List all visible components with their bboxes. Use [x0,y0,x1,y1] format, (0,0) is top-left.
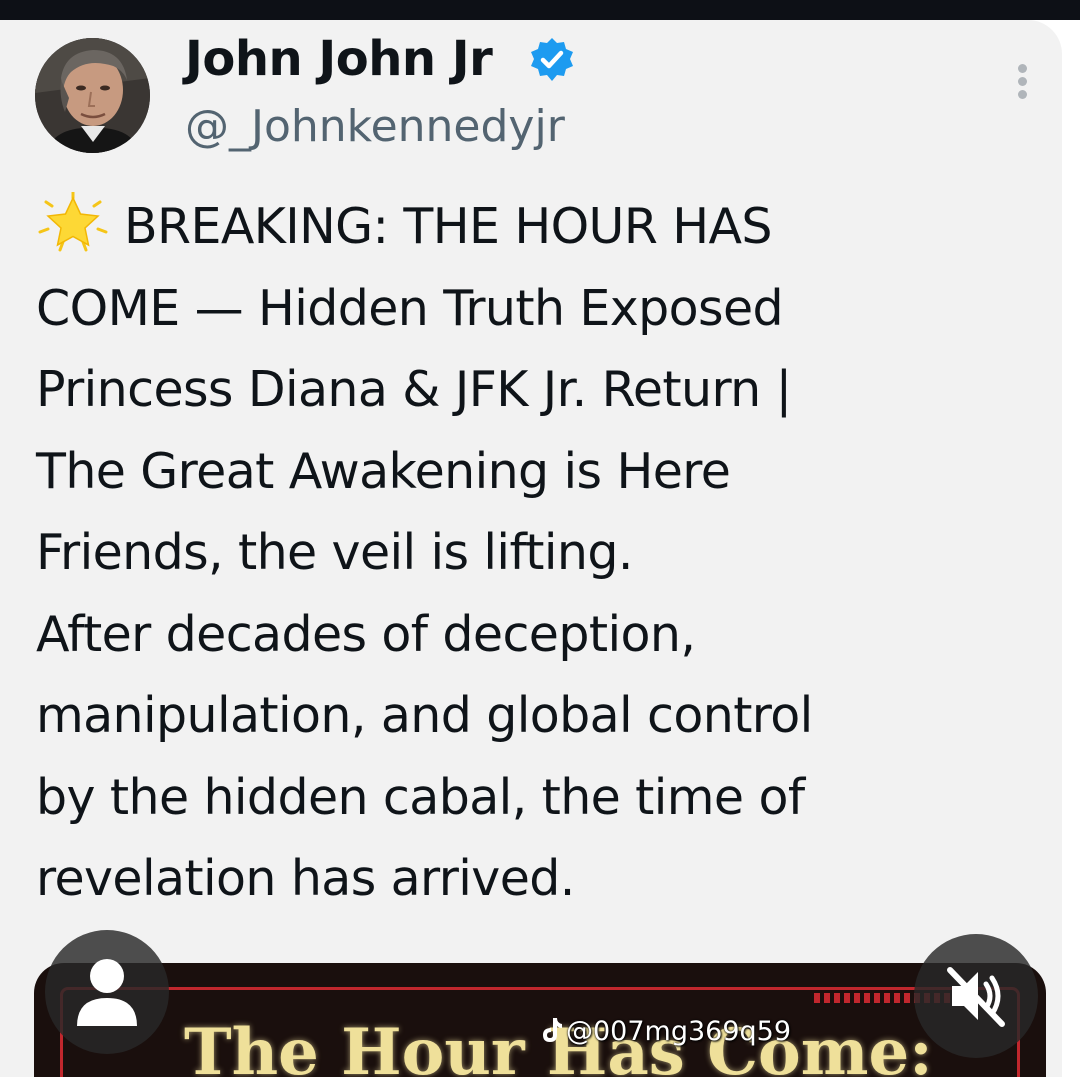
more-options-button[interactable] [1010,64,1034,108]
tweet-line: manipulation, and global control [36,687,813,744]
watermark: @007mg369q59 [540,1015,791,1049]
mute-button[interactable] [914,934,1038,1058]
profile-photo-icon [35,38,150,153]
tweet-line-text: BREAKING: THE HOUR HAS [124,198,773,255]
dot-icon [1017,77,1027,86]
tweet-line: Friends, the veil is lifting. [36,524,633,581]
avatar[interactable] [35,38,150,153]
tweet-text: BREAKING: THE HOUR HAS COME — Hidden Tru… [36,186,996,920]
verified-badge-icon [531,38,573,81]
tweet-line: Princess Diana & JFK Jr. Return | [36,361,792,418]
display-name[interactable]: John John Jr [185,30,493,88]
tweet-line: BREAKING: THE HOUR HAS [36,186,996,268]
tweet-line: After decades of deception, [36,605,696,663]
tweet-line: COME — Hidden Truth Exposed [36,279,784,337]
watermark-text: @007mg369q59 [566,1016,792,1047]
status-bar [0,0,1080,20]
user-handle[interactable]: @_Johnkennedyjr [185,97,565,157]
tweet-line: The Great Awakening is Here [36,442,731,500]
dot-icon [1017,64,1027,73]
tweet-line: revelation has arrived. [36,850,575,907]
profile-button[interactable] [45,930,169,1054]
tweet-line: by the hidden cabal, the time of [36,768,805,826]
dot-icon [1017,90,1027,99]
user-icon [77,959,137,1026]
screen-edge [1062,20,1080,1077]
tiktok-icon [543,1018,562,1042]
star-emoji-icon [38,192,108,252]
muted-speaker-icon [947,967,1005,1027]
